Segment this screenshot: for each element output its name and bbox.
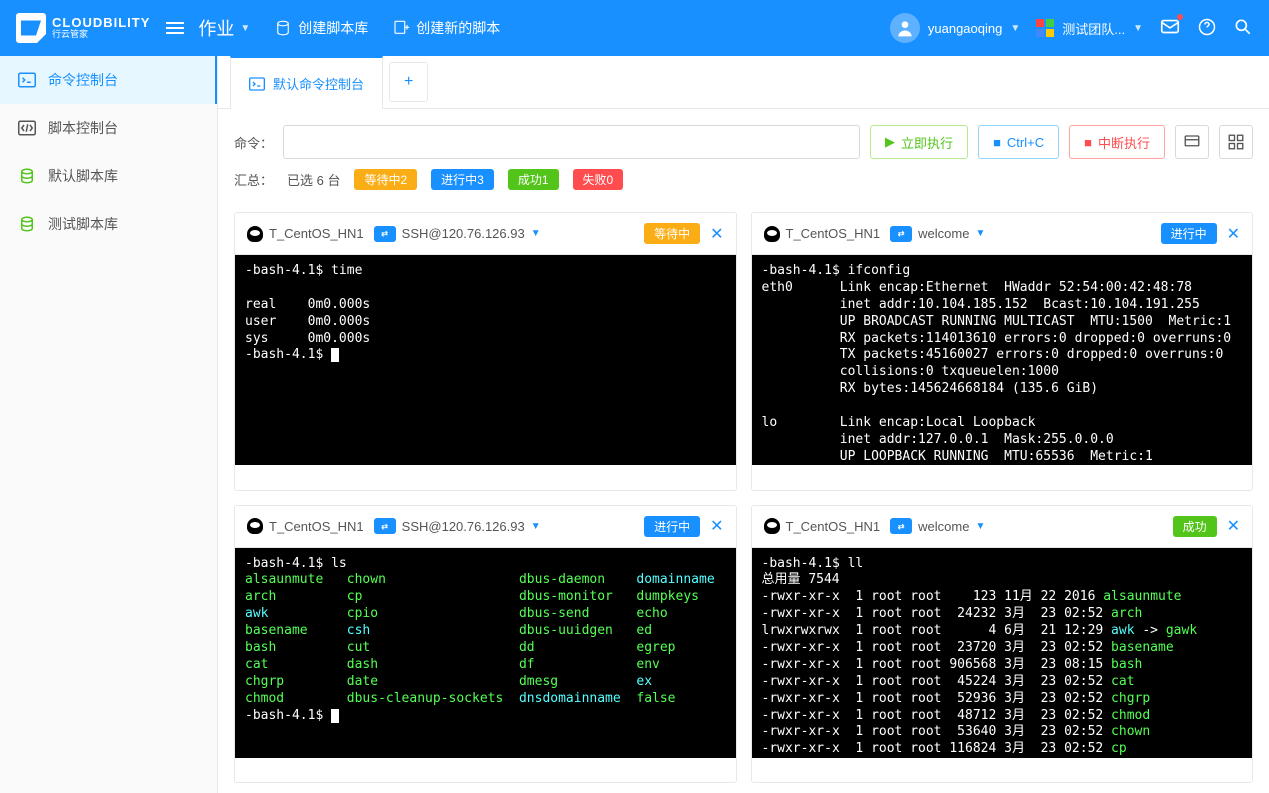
terminal-output[interactable]: -bash-4.1$ ifconfig eth0 Link encap:Ethe… — [752, 255, 1253, 465]
tag-fail: 失败0 — [573, 169, 624, 190]
create-repo-button[interactable]: 创建脚本库 — [274, 18, 368, 38]
chevron-down-icon: ▼ — [1133, 23, 1143, 34]
script-plus-icon — [392, 19, 410, 37]
terminal-host[interactable]: T_CentOS_HN1 — [764, 518, 881, 534]
terminal-status-badge: 进行中 — [1161, 223, 1217, 244]
ssh-icon: ⇄ — [890, 518, 912, 534]
stop-icon: ■ — [993, 135, 1001, 150]
summary-bar: 汇总： 已选 6 台 等待中2 进行中3 成功1 失败0 — [218, 169, 1269, 202]
search-button[interactable] — [1233, 17, 1253, 40]
terminal-status-badge: 成功 — [1173, 516, 1217, 537]
terminal-close-button[interactable]: ✕ — [1227, 516, 1240, 536]
logo[interactable]: CLOUDBILITY 行云管家 — [16, 13, 150, 43]
linux-icon — [764, 226, 780, 242]
sidebar-item-label: 脚本控制台 — [48, 118, 118, 138]
terminal-header: T_CentOS_HN1 ⇄ welcome ▼ 进行中 ✕ — [752, 213, 1253, 255]
terminal-3: T_CentOS_HN1 ⇄ welcome ▼ 成功 ✕ -bash-4.1$… — [751, 505, 1254, 784]
terminal-host[interactable]: T_CentOS_HN1 — [247, 226, 364, 242]
chevron-down-icon: ▼ — [1010, 23, 1020, 34]
terminal-connection[interactable]: ⇄ welcome ▼ — [890, 226, 985, 242]
grid-button[interactable] — [1219, 125, 1253, 159]
ssh-icon: ⇄ — [890, 226, 912, 242]
script-icon — [18, 119, 36, 137]
play-icon: ▶ — [885, 134, 895, 150]
help-button[interactable] — [1197, 17, 1217, 40]
linux-icon — [247, 518, 263, 534]
logo-text: CLOUDBILITY 行云管家 — [52, 16, 150, 40]
terminal-output[interactable]: -bash-4.1$ time real 0m0.000s user 0m0.0… — [235, 255, 736, 465]
tab-add-button[interactable]: + — [389, 62, 428, 102]
terminal-header: T_CentOS_HN1 ⇄ SSH@120.76.126.93 ▼ 等待中 ✕ — [235, 213, 736, 255]
page-title: 作业 — [198, 15, 234, 41]
main-content: 默认命令控制台 + 命令： ▶ 立即执行 ■ Ctrl+C ■ 中断执行 — [218, 56, 1269, 793]
stop-icon: ■ — [1084, 135, 1092, 150]
terminal-2: T_CentOS_HN1 ⇄ SSH@120.76.126.93 ▼ 进行中 ✕… — [234, 505, 737, 784]
layout-button[interactable] — [1175, 125, 1209, 159]
team-icon — [1036, 19, 1054, 37]
command-input[interactable] — [283, 125, 860, 159]
terminal-grid: T_CentOS_HN1 ⇄ SSH@120.76.126.93 ▼ 等待中 ✕… — [218, 202, 1269, 793]
command-label: 命令： — [234, 133, 273, 152]
notification-dot — [1176, 13, 1184, 21]
tag-running: 进行中3 — [431, 169, 494, 190]
command-bar: 命令： ▶ 立即执行 ■ Ctrl+C ■ 中断执行 — [218, 109, 1269, 169]
avatar-icon — [890, 13, 920, 43]
menu-toggle-icon[interactable] — [166, 22, 184, 34]
terminal-close-button[interactable]: ✕ — [1227, 224, 1240, 244]
console-icon — [249, 77, 265, 91]
terminal-connection[interactable]: ⇄ SSH@120.76.126.93 ▼ — [374, 226, 541, 242]
run-button[interactable]: ▶ 立即执行 — [870, 125, 968, 159]
linux-icon — [764, 518, 780, 534]
sidebar-item-1[interactable]: 脚本控制台 — [0, 104, 217, 152]
chevron-down-icon: ▼ — [531, 228, 541, 239]
terminal-header: T_CentOS_HN1 ⇄ SSH@120.76.126.93 ▼ 进行中 ✕ — [235, 506, 736, 548]
db-icon — [18, 167, 36, 185]
terminal-host[interactable]: T_CentOS_HN1 — [247, 518, 364, 534]
ssh-icon: ⇄ — [374, 518, 396, 534]
terminal-connection[interactable]: ⇄ SSH@120.76.126.93 ▼ — [374, 518, 541, 534]
terminal-host[interactable]: T_CentOS_HN1 — [764, 226, 881, 242]
create-script-button[interactable]: 创建新的脚本 — [392, 18, 500, 38]
logo-icon — [16, 13, 46, 43]
terminal-close-button[interactable]: ✕ — [710, 224, 723, 244]
db-icon — [18, 215, 36, 233]
terminal-0: T_CentOS_HN1 ⇄ SSH@120.76.126.93 ▼ 等待中 ✕… — [234, 212, 737, 491]
terminal-close-button[interactable]: ✕ — [710, 516, 723, 536]
sidebar-item-label: 测试脚本库 — [48, 214, 118, 234]
terminal-output[interactable]: -bash-4.1$ ls alsaunmute chown dbus-daem… — [235, 548, 736, 758]
sidebar-item-label: 默认脚本库 — [48, 166, 118, 186]
summary-label: 汇总： — [234, 170, 273, 189]
chevron-down-icon: ▼ — [975, 521, 985, 532]
tag-waiting: 等待中2 — [354, 169, 417, 190]
console-icon — [18, 71, 36, 89]
ctrlc-button[interactable]: ■ Ctrl+C — [978, 125, 1059, 159]
tabs: 默认命令控制台 + — [218, 56, 1269, 109]
interrupt-button[interactable]: ■ 中断执行 — [1069, 125, 1165, 159]
ssh-icon: ⇄ — [374, 226, 396, 242]
terminal-header: T_CentOS_HN1 ⇄ welcome ▼ 成功 ✕ — [752, 506, 1253, 548]
sidebar: 命令控制台脚本控制台默认脚本库测试脚本库 — [0, 56, 218, 793]
team-menu[interactable]: 测试团队... ▼ — [1036, 19, 1143, 38]
terminal-output[interactable]: -bash-4.1$ ll 总用量 7544 -rwxr-xr-x 1 root… — [752, 548, 1253, 758]
sidebar-item-2[interactable]: 默认脚本库 — [0, 152, 217, 200]
terminal-1: T_CentOS_HN1 ⇄ welcome ▼ 进行中 ✕ -bash-4.1… — [751, 212, 1254, 491]
app-header: CLOUDBILITY 行云管家 作业 ▼ 创建脚本库 创建新的脚本 yuang… — [0, 0, 1269, 56]
database-icon — [274, 19, 292, 37]
selected-count: 已选 6 台 — [287, 170, 340, 189]
linux-icon — [247, 226, 263, 242]
tag-success: 成功1 — [508, 169, 559, 190]
terminal-connection[interactable]: ⇄ welcome ▼ — [890, 518, 985, 534]
terminal-status-badge: 进行中 — [644, 516, 700, 537]
terminal-status-badge: 等待中 — [644, 223, 700, 244]
chevron-down-icon: ▼ — [975, 228, 985, 239]
tab-default-console[interactable]: 默认命令控制台 — [230, 56, 383, 109]
notifications-button[interactable] — [1159, 16, 1181, 41]
chevron-down-icon: ▼ — [531, 521, 541, 532]
sidebar-item-0[interactable]: 命令控制台 — [0, 56, 217, 104]
sidebar-item-label: 命令控制台 — [48, 70, 118, 90]
user-menu[interactable]: yuangaoqing ▼ — [890, 13, 1020, 43]
chevron-down-icon[interactable]: ▼ — [240, 23, 250, 34]
sidebar-item-3[interactable]: 测试脚本库 — [0, 200, 217, 248]
